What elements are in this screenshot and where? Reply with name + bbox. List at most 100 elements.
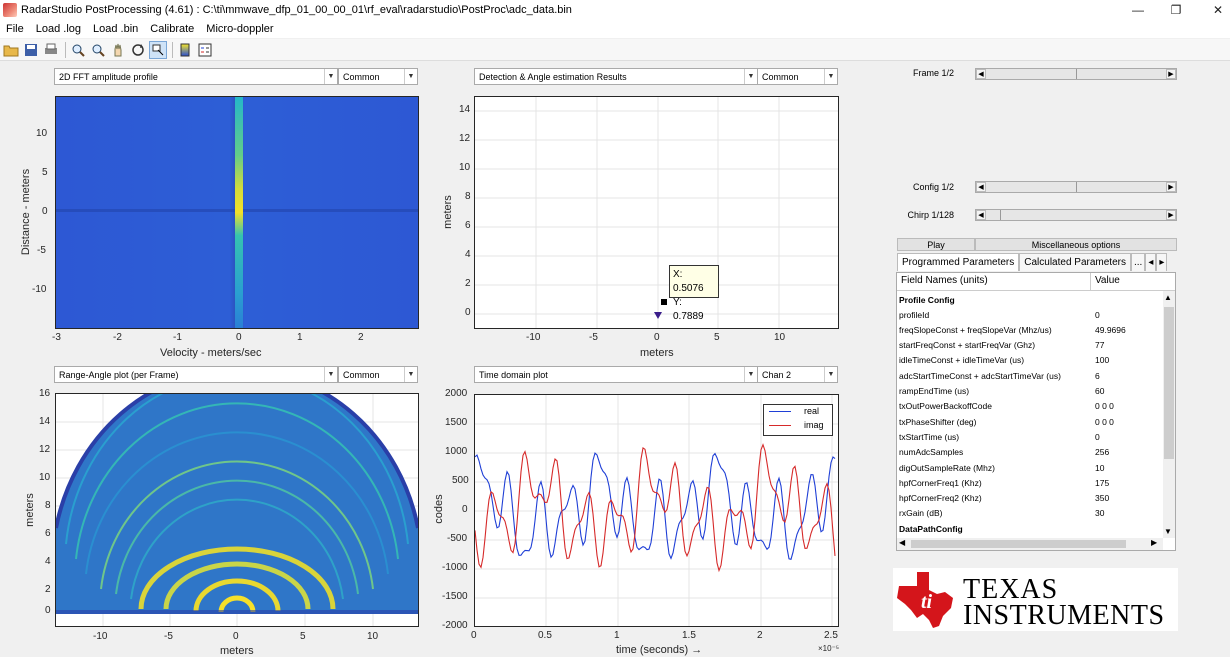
rotate-icon[interactable] xyxy=(129,41,147,59)
left-arrow-icon[interactable]: ◀ xyxy=(976,69,986,79)
table-row[interactable]: adcStartTimeConst + adcStartTimeVar (us)… xyxy=(897,368,1163,383)
play-button[interactable]: Play xyxy=(897,238,975,251)
scroll-down-icon[interactable]: ▼ xyxy=(1164,527,1172,536)
x-tick: -3 xyxy=(52,332,61,343)
field-value[interactable]: 0 0 0 xyxy=(1091,401,1163,411)
pan-icon[interactable] xyxy=(109,41,127,59)
table-vertical-scrollbar[interactable]: ▲ ▼ xyxy=(1163,291,1175,538)
maximize-button[interactable]: ❐ xyxy=(1153,0,1199,20)
tab-programmed-parameters[interactable]: Programmed Parameters xyxy=(897,253,1020,271)
plot4-channel-label: Chan 2 xyxy=(762,369,792,380)
zoom-out-icon[interactable] xyxy=(89,41,107,59)
field-value[interactable]: 49.9696 xyxy=(1091,325,1163,335)
colorbar-icon[interactable] xyxy=(176,41,194,59)
table-row[interactable]: txPhaseShifter (deg) 0 0 0 xyxy=(897,414,1163,429)
left-arrow-icon[interactable]: ◀ xyxy=(976,182,986,192)
scroll-right-icon[interactable]: ▶ xyxy=(1151,538,1157,547)
menu-micro-doppler[interactable]: Micro-doppler xyxy=(200,23,279,35)
field-value[interactable]: 77 xyxy=(1091,340,1163,350)
field-value[interactable]: 175 xyxy=(1091,478,1163,488)
table-row[interactable]: numAdcSamples 256 xyxy=(897,445,1163,460)
y-tick: -10 xyxy=(32,284,47,295)
chevron-down-icon: ▼ xyxy=(324,69,337,84)
tab-more[interactable]: ... xyxy=(1130,253,1146,271)
frame-label: Frame 1/2 xyxy=(912,68,954,78)
open-icon[interactable] xyxy=(2,41,20,59)
field-value[interactable]: 256 xyxy=(1091,447,1163,457)
column-header-field[interactable]: Field Names (units) xyxy=(897,273,1091,290)
field-value[interactable]: 6 xyxy=(1091,371,1163,381)
chirp-slider[interactable]: ◀ ▶ xyxy=(975,209,1177,221)
menu-calibrate[interactable]: Calibrate xyxy=(144,23,200,35)
plot3-dropdown[interactable]: Range-Angle plot (per Frame) ▼ xyxy=(54,366,338,383)
field-value[interactable]: 0 xyxy=(1091,432,1163,442)
field-value[interactable]: 100 xyxy=(1091,355,1163,365)
menu-file[interactable]: File xyxy=(0,23,30,35)
table-row[interactable]: rxGain (dB) 30 xyxy=(897,506,1163,521)
plot4-ylabel: codes xyxy=(433,494,445,524)
menu-load-log[interactable]: Load .log xyxy=(30,23,87,35)
detection-axes[interactable]: X: 0.5076 Y: 0.7889 xyxy=(474,96,839,329)
scroll-up-icon[interactable]: ▲ xyxy=(1164,293,1172,302)
tab-scroll-right-icon[interactable]: ▸ xyxy=(1156,253,1168,271)
toolbar xyxy=(0,39,1230,61)
table-row[interactable]: freqSlopeConst + freqSlopeVar (Mhz/us) 49… xyxy=(897,322,1163,337)
plot1-dropdown[interactable]: 2D FFT amplitude profile ▼ xyxy=(54,68,338,85)
table-row[interactable]: txOutPowerBackoffCode 0 0 0 xyxy=(897,399,1163,414)
range-angle-axes[interactable] xyxy=(55,393,419,627)
field-value[interactable]: 30 xyxy=(1091,508,1163,518)
plot3-mode-dropdown[interactable]: Common ▼ xyxy=(338,366,418,383)
plot4-channel-dropdown[interactable]: Chan 2 ▼ xyxy=(757,366,838,383)
plot4-legend[interactable]: real imag xyxy=(763,404,833,436)
table-row[interactable]: hpfCornerFreq2 (Khz) 350 xyxy=(897,491,1163,506)
range-angle-heatmap xyxy=(56,394,418,626)
misc-options-button[interactable]: Miscellaneous options xyxy=(975,238,1177,251)
scroll-left-icon[interactable]: ◀ xyxy=(899,538,905,547)
column-header-value[interactable]: Value xyxy=(1091,273,1163,290)
config-label: Config 1/2 xyxy=(912,182,954,192)
time-domain-axes[interactable]: real imag xyxy=(474,394,839,627)
field-value[interactable]: 0 0 0 xyxy=(1091,417,1163,427)
field-value[interactable]: 0 xyxy=(1091,310,1163,320)
table-row[interactable]: digOutSampleRate (Mhz) 10 xyxy=(897,460,1163,475)
legend-icon[interactable] xyxy=(196,41,214,59)
plot4-dropdown[interactable]: Time domain plot ▼ xyxy=(474,366,758,383)
plot2-dropdown[interactable]: Detection & Angle estimation Results ▼ xyxy=(474,68,758,85)
plot3-mode-label: Common xyxy=(343,369,380,380)
right-arrow-icon[interactable]: ▶ xyxy=(1166,69,1176,79)
table-row[interactable]: startFreqConst + startFreqVar (Ghz) 77 xyxy=(897,338,1163,353)
right-arrow-icon[interactable]: ▶ xyxy=(1166,182,1176,192)
zoom-in-icon[interactable] xyxy=(69,41,87,59)
plot2-mode-dropdown[interactable]: Common ▼ xyxy=(757,68,838,85)
slider-thumb[interactable] xyxy=(1000,210,1001,220)
frame-slider[interactable]: ◀ ▶ xyxy=(975,68,1177,80)
right-arrow-icon[interactable]: ▶ xyxy=(1166,210,1176,220)
scroll-thumb[interactable] xyxy=(1164,307,1174,459)
x-tick: 0.5 xyxy=(538,630,552,641)
plot1-mode-dropdown[interactable]: Common ▼ xyxy=(338,68,418,85)
left-arrow-icon[interactable]: ◀ xyxy=(976,210,986,220)
save-icon[interactable] xyxy=(22,41,40,59)
print-icon[interactable] xyxy=(42,41,60,59)
field-value[interactable]: 10 xyxy=(1091,463,1163,473)
table-row[interactable]: txStartTime (us) 0 xyxy=(897,429,1163,444)
table-row[interactable]: profileId 0 xyxy=(897,307,1163,322)
datatip-box[interactable]: X: 0.5076 Y: 0.7889 xyxy=(669,265,719,322)
close-button[interactable]: ✕ xyxy=(1195,0,1230,20)
menu-load-bin[interactable]: Load .bin xyxy=(87,23,144,35)
tab-calculated-parameters[interactable]: Calculated Parameters xyxy=(1019,253,1131,271)
slider-thumb[interactable] xyxy=(1076,182,1077,192)
data-cursor-icon[interactable] xyxy=(149,40,167,59)
table-row[interactable]: hpfCornerFreq1 (Khz) 175 xyxy=(897,475,1163,490)
field-value[interactable]: 350 xyxy=(1091,493,1163,503)
table-row[interactable]: rampEndTime (us) 60 xyxy=(897,384,1163,399)
field-name: hpfCornerFreq1 (Khz) xyxy=(899,477,982,488)
config-slider[interactable]: ◀ ▶ xyxy=(975,181,1177,193)
table-row[interactable]: idleTimeConst + idleTimeVar (us) 100 xyxy=(897,353,1163,368)
field-value[interactable]: 60 xyxy=(1091,386,1163,396)
table-horizontal-scrollbar[interactable]: ◀ ▶ xyxy=(897,538,1163,550)
scroll-thumb[interactable] xyxy=(911,540,1126,548)
fft-heatmap-axes[interactable] xyxy=(55,96,419,329)
slider-thumb[interactable] xyxy=(1076,69,1077,79)
tab-scroll-left-icon[interactable]: ◂ xyxy=(1145,253,1157,271)
